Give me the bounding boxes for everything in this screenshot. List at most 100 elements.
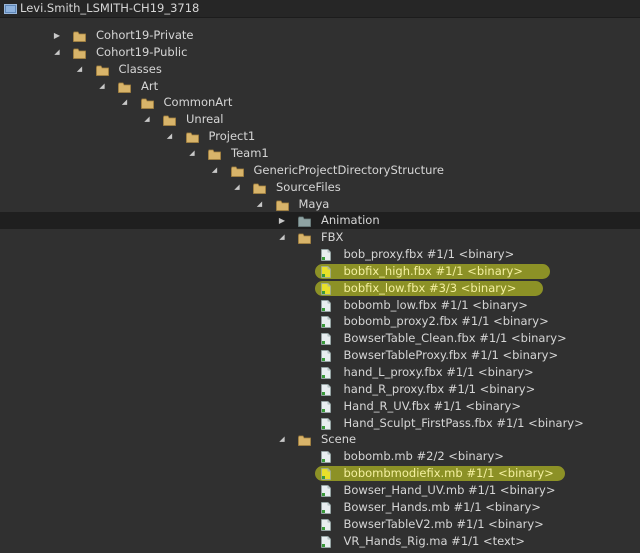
depot-tree: Levi.Smith_LSMITH-CH19_3718 ▶ Cohort19-Pr… [0,0,640,548]
folder-row[interactable]: ◢ Scene [0,431,640,448]
folder-icon [253,182,266,194]
row-label: Hand_Sculpt_FirstPass.fbx #1/1 <binary> [343,415,584,430]
collapse-arrow-icon[interactable]: ◢ [187,145,197,162]
collapse-arrow-icon[interactable]: ◢ [120,94,130,111]
file-icon [320,299,334,312]
folder-icon [230,165,244,177]
file-icon [320,518,334,531]
collapse-arrow-icon[interactable]: ◢ [52,44,62,61]
row-label: bobomb_low.fbx #1/1 <binary> [343,297,528,312]
expand-arrow-icon[interactable]: ▶ [52,27,62,44]
row-label: BowserTableProxy.fbx #1/1 <binary> [343,348,559,363]
row-label: Cohort19-Public [96,44,188,59]
file-row[interactable]: Hand_Sculpt_FirstPass.fbx #1/1 <binary> [0,415,640,432]
file-icon [320,383,334,396]
folder-row[interactable]: ◢ Cohort19-Public [0,44,640,61]
file-icon [320,350,334,362]
folder-icon [140,97,154,110]
file-row[interactable]: bobomb_proxy2.fbx #1/1 <binary> [0,313,640,330]
file-row[interactable]: Bowser_Hand_UV.mb #1/1 <binary> [0,482,640,499]
file-icon [320,249,334,261]
folder-row[interactable]: ▶ Cohort19-Private [0,27,640,44]
collapse-arrow-icon[interactable]: ◢ [232,179,242,196]
folder-icon [275,199,289,211]
folder-icon [95,64,109,76]
row-label: bobfix_low.fbx #3/3 <binary> [343,280,517,295]
file-icon [320,468,334,480]
file-row[interactable]: bobfix_high.fbx #1/1 <binary> [0,263,640,280]
folder-icon [73,30,86,42]
file-icon [320,417,334,430]
collapse-arrow-icon[interactable]: ◢ [165,128,175,145]
row-label: Bowser_Hands.mb #1/1 <binary> [343,499,541,514]
file-icon [320,282,334,295]
row-label: Project1 [208,129,256,144]
file-icon [320,501,334,514]
row-label: Team1 [231,145,269,160]
workspace-name: Levi.Smith_LSMITH-CH19_3718 [20,1,200,15]
file-icon [320,451,334,464]
workspace-icon [4,3,17,14]
collapse-arrow-icon[interactable]: ◢ [277,431,287,448]
file-row[interactable]: bobfix_low.fbx #3/3 <binary> [0,280,640,297]
folder-row[interactable]: ◢ CommonArt [0,94,640,111]
folder-icon [163,114,176,127]
file-icon [320,535,334,548]
file-row[interactable]: Hand_R_UV.fbx #1/1 <binary> [0,398,640,415]
folder-icon [208,148,221,160]
row-label: bob_proxy.fbx #1/1 <binary> [343,247,515,262]
file-icon [320,266,334,278]
row-label: bobfix_high.fbx #1/1 <binary> [343,263,523,278]
folder-row[interactable]: ◢ Classes [0,61,640,78]
folder-icon [298,434,311,447]
folder-row[interactable]: ◢ Art [0,78,640,95]
collapse-arrow-icon[interactable]: ◢ [75,61,85,78]
folder-row[interactable]: ◢ Project1 [0,128,640,145]
row-label: Classes [118,61,162,76]
file-row[interactable]: hand_L_proxy.fbx #1/1 <binary> [0,364,640,381]
file-row[interactable]: BowserTable_Clean.fbx #1/1 <binary> [0,330,640,347]
file-row[interactable]: BowserTableProxy.fbx #1/1 <binary> [0,347,640,364]
folder-row[interactable]: ◢ Unreal [0,111,640,128]
folder-icon [185,131,199,143]
row-label: bobombmodiefix.mb #1/1 <binary> [343,466,554,481]
folder-row[interactable]: ◢ FBX [0,229,640,246]
file-icon [320,367,334,379]
collapse-arrow-icon[interactable]: ◢ [142,111,152,128]
row-label: FBX [321,230,344,245]
row-label: BowserTable_Clean.fbx #1/1 <binary> [343,331,567,346]
file-row[interactable]: hand_R_proxy.fbx #1/1 <binary> [0,381,640,398]
file-row[interactable]: bobomb_low.fbx #1/1 <binary> [0,297,640,314]
row-label: BowserTableV2.mb #1/1 <binary> [343,516,544,531]
row-label: bobomb_proxy2.fbx #1/1 <binary> [343,314,549,329]
folder-row[interactable]: ▶ Animation [0,212,640,230]
file-icon [320,400,334,413]
row-label: Art [141,78,159,93]
collapse-arrow-icon[interactable]: ◢ [277,229,287,246]
file-row[interactable]: BowserTableV2.mb #1/1 <binary> [0,516,640,533]
row-label: CommonArt [163,95,233,110]
folder-icon [298,232,311,245]
file-row[interactable]: bobombmodiefix.mb #1/1 <binary> [0,465,640,482]
folder-row[interactable]: ◢ Maya [0,196,640,213]
row-label: Hand_R_UV.fbx #1/1 <binary> [343,398,521,413]
file-row[interactable]: bob_proxy.fbx #1/1 <binary> [0,246,640,263]
row-label: SourceFiles [276,179,341,194]
collapse-arrow-icon[interactable]: ◢ [210,162,220,179]
folder-icon [118,81,131,93]
file-row[interactable]: bobomb.mb #2/2 <binary> [0,448,640,465]
row-label: Bowser_Hand_UV.mb #1/1 <binary> [343,482,556,497]
row-label: Cohort19-Private [96,28,194,42]
tree-root-row[interactable]: Levi.Smith_LSMITH-CH19_3718 [0,0,640,18]
file-row[interactable]: Bowser_Hands.mb #1/1 <binary> [0,499,640,516]
row-label: bobomb.mb #2/2 <binary> [343,449,504,464]
folder-row[interactable]: ◢ GenericProjectDirectoryStructure [0,162,640,179]
file-icon [320,333,334,346]
folder-row[interactable]: ◢ Team1 [0,145,640,162]
expand-arrow-icon[interactable]: ▶ [277,212,287,229]
collapse-arrow-icon[interactable]: ◢ [97,78,107,95]
folder-icon [298,215,311,228]
row-label: hand_L_proxy.fbx #1/1 <binary> [343,365,534,379]
collapse-arrow-icon[interactable]: ◢ [255,196,265,213]
folder-row[interactable]: ◢ SourceFiles [0,179,640,196]
